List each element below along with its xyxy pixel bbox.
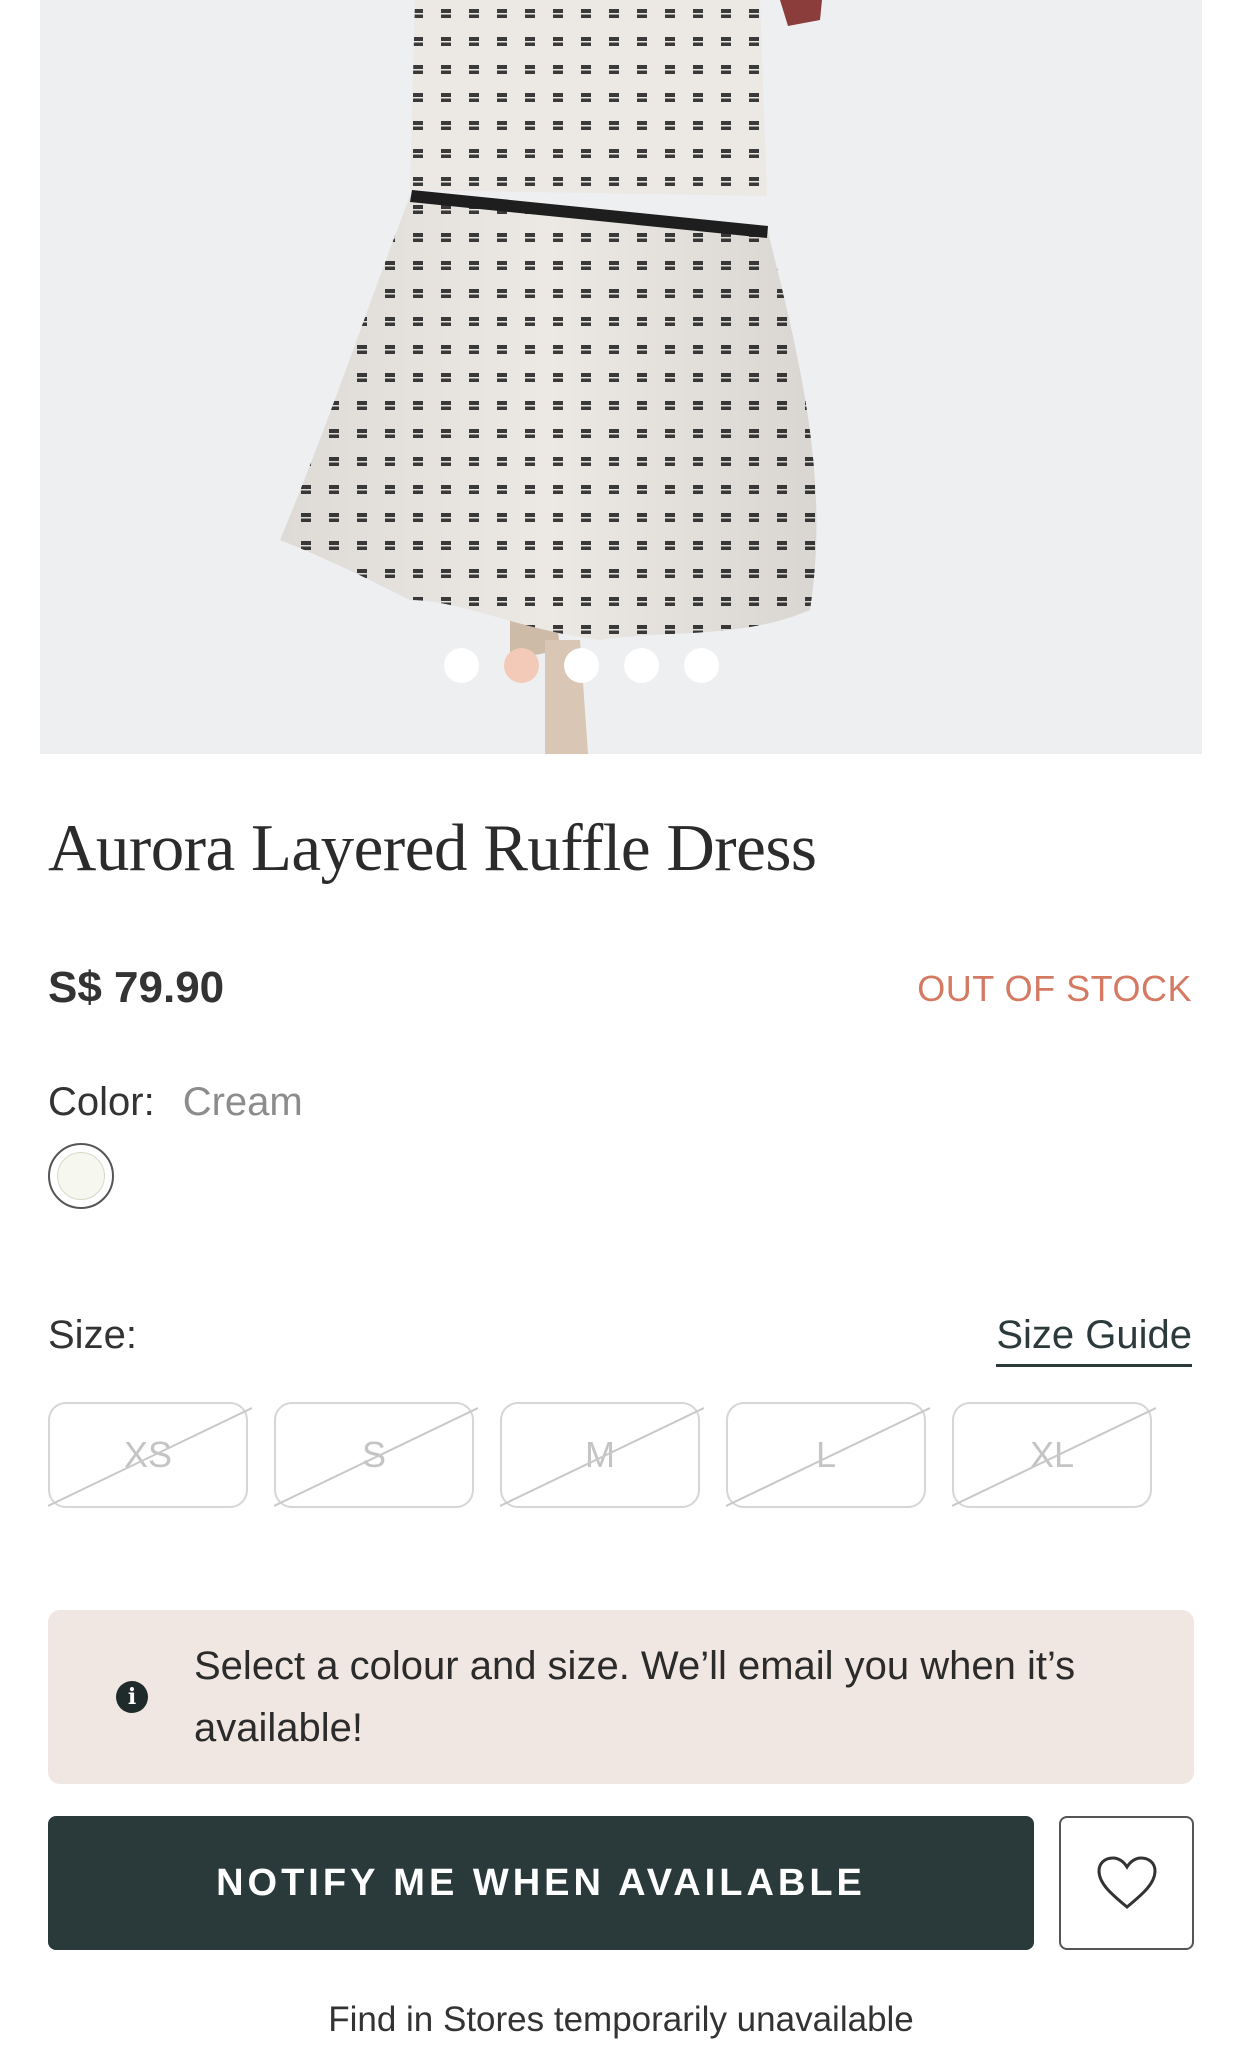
stock-status: OUT OF STOCK bbox=[917, 968, 1192, 1009]
product-price: S$ 79.90 bbox=[48, 963, 225, 1012]
carousel-dot[interactable] bbox=[683, 648, 719, 683]
color-label: Color: bbox=[48, 1080, 155, 1124]
heart-icon bbox=[1096, 1856, 1157, 1909]
info-icon: i bbox=[116, 1681, 148, 1713]
unavailable-strike bbox=[274, 1407, 478, 1507]
color-value: Cream bbox=[182, 1080, 303, 1124]
unavailable-strike bbox=[726, 1407, 930, 1507]
color-swatch-cream[interactable] bbox=[48, 1143, 114, 1209]
size-options: XS S M L XL bbox=[48, 1402, 1156, 1508]
size-option-l[interactable]: L bbox=[726, 1402, 930, 1508]
availability-notice: i Select a colour and size. We’ll email … bbox=[48, 1610, 1194, 1784]
size-option-m[interactable]: M bbox=[500, 1402, 704, 1508]
carousel-dot[interactable] bbox=[623, 648, 659, 683]
product-title: Aurora Layered Ruffle Dress bbox=[48, 811, 817, 885]
wishlist-button[interactable] bbox=[1059, 1816, 1194, 1950]
dress-photo bbox=[40, 0, 1202, 754]
unavailable-strike bbox=[500, 1407, 704, 1507]
size-guide-link[interactable]: Size Guide bbox=[996, 1313, 1192, 1367]
image-carousel-dots bbox=[40, 648, 1162, 683]
carousel-dot-active[interactable] bbox=[503, 648, 539, 683]
swatch-fill bbox=[57, 1152, 105, 1200]
notice-text: Select a colour and size. We’ll email yo… bbox=[194, 1644, 1076, 1750]
size-option-xl[interactable]: XL bbox=[952, 1402, 1156, 1508]
product-image[interactable] bbox=[40, 0, 1202, 754]
carousel-dot[interactable] bbox=[443, 648, 479, 683]
color-row: Color: Cream bbox=[48, 1080, 303, 1125]
unavailable-strike bbox=[952, 1407, 1156, 1507]
notify-me-button[interactable]: NOTIFY ME WHEN AVAILABLE bbox=[48, 1816, 1034, 1950]
size-option-xs[interactable]: XS bbox=[48, 1402, 252, 1508]
size-option-s[interactable]: S bbox=[274, 1402, 478, 1508]
unavailable-strike bbox=[48, 1407, 252, 1507]
carousel-dot[interactable] bbox=[563, 648, 599, 683]
find-in-stores-text: Find in Stores temporarily unavailable bbox=[328, 2000, 914, 2039]
size-label: Size: bbox=[48, 1313, 137, 1357]
